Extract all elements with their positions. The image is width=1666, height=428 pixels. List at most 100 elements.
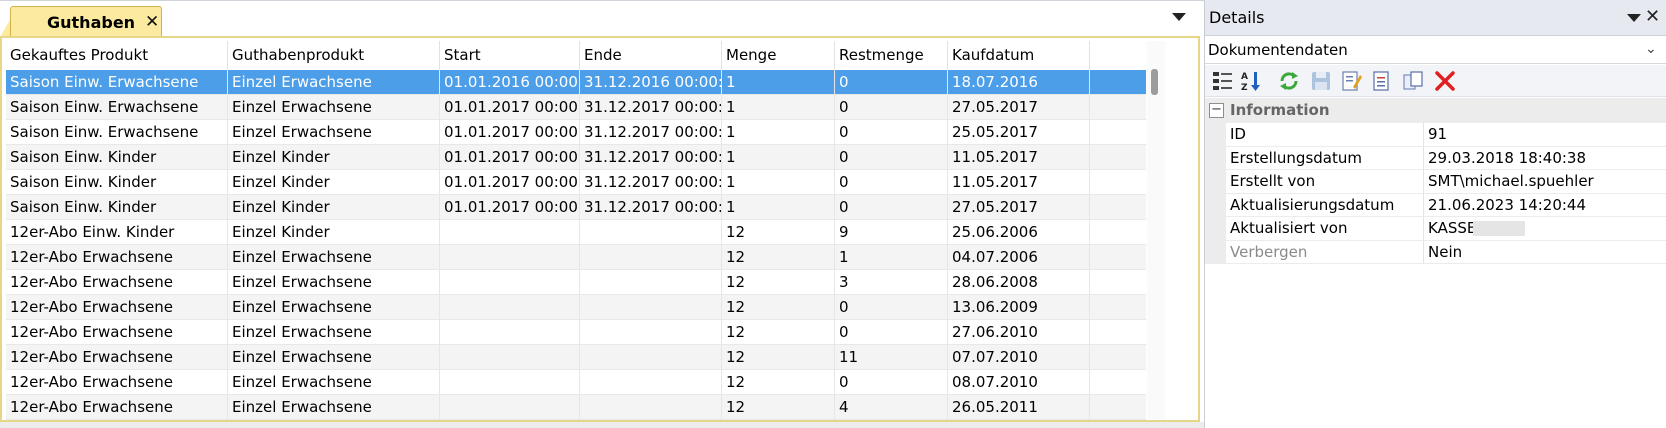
table-cell: Einzel Erwachsene	[228, 120, 440, 144]
table-cell: 12er-Abo Einw. Kinder	[6, 220, 228, 244]
table-row[interactable]: Saison Einw. Erwachsene Einzel Erwachsene…	[6, 70, 1146, 95]
tab-close-icon[interactable]: ✕	[145, 12, 159, 32]
table-cell: 31.12.2017 00:00:00	[580, 170, 722, 194]
table-row[interactable]: Saison Einw. Kinder Einzel Kinder 01.01.20…	[6, 195, 1146, 220]
table-cell: 01.01.2017 00:00:00	[440, 120, 580, 144]
table-cell: 0	[835, 320, 948, 344]
property-category-information: − Information	[1205, 98, 1666, 123]
table-cell: 12	[722, 245, 835, 269]
tab-list-dropdown-icon[interactable]	[1172, 13, 1186, 21]
table-cell: 12er-Abo Erwachsene	[6, 345, 228, 369]
table-cell: 01.01.2017 00:00:00	[440, 95, 580, 119]
property-row-erstellungsdatum[interactable]: Erstellungsdatum 29.03.2018 18:40:38	[1205, 146, 1666, 170]
table-row[interactable]: 12er-Abo Erwachsene Einzel Erwachsene 12 4 2…	[6, 395, 1146, 420]
column-header-guthabenprodukt[interactable]: Guthabenprodukt	[228, 41, 440, 70]
table-cell: 12er-Abo Erwachsene	[6, 395, 228, 419]
property-value: 21.06.2023 14:20:44	[1428, 195, 1587, 214]
delete-icon[interactable]	[1433, 69, 1457, 93]
property-name: Verbergen	[1226, 240, 1424, 263]
column-header-kaufdatum[interactable]: Kaufdatum	[948, 41, 1090, 70]
table-cell	[580, 270, 722, 294]
table-cell: 04.07.2006	[948, 245, 1090, 269]
column-header-restmenge[interactable]: Restmenge	[835, 41, 948, 70]
categorized-view-icon[interactable]	[1211, 69, 1235, 93]
table-cell: 0	[835, 195, 948, 219]
table-cell: Saison Einw. Erwachsene	[6, 120, 228, 144]
table-cell: 1	[722, 195, 835, 219]
refresh-icon[interactable]	[1277, 69, 1301, 93]
table-cell: Einzel Erwachsene	[228, 345, 440, 369]
document-tabstrip: Guthaben ✕	[0, 0, 1204, 38]
table-cell: 0	[835, 95, 948, 119]
table-cell: 1	[722, 95, 835, 119]
table-row[interactable]: 12er-Abo Erwachsene Einzel Erwachsene 12 0 2…	[6, 320, 1146, 345]
table-cell: 11.05.2017	[948, 170, 1090, 194]
table-row[interactable]: Saison Einw. Kinder Einzel Kinder 01.01.20…	[6, 145, 1146, 170]
table-cell	[440, 220, 580, 244]
grid-vertical-scrollbar[interactable]	[1147, 41, 1165, 419]
table-cell: 25.06.2006	[948, 220, 1090, 244]
property-row-aktualisierungsdatum[interactable]: Aktualisierungsdatum 21.06.2023 14:20:44	[1205, 193, 1666, 217]
copy-icon[interactable]	[1401, 69, 1425, 93]
scrollbar-thumb[interactable]	[1151, 69, 1158, 95]
table-row[interactable]: Saison Einw. Erwachsene Einzel Erwachsene…	[6, 95, 1146, 120]
table-cell: 11.05.2017	[948, 145, 1090, 169]
property-row-verbergen[interactable]: Verbergen Nein	[1205, 240, 1666, 264]
new-document-icon[interactable]	[1369, 69, 1393, 93]
collapse-category-icon[interactable]: −	[1209, 103, 1224, 118]
table-cell: 1	[722, 145, 835, 169]
edit-icon[interactable]	[1339, 69, 1363, 93]
table-row[interactable]: Saison Einw. Kinder Einzel Kinder 01.01.20…	[6, 170, 1146, 195]
property-row-erstellt-von[interactable]: Erstellt von SMT\michael.spuehler	[1205, 170, 1666, 194]
table-cell: 01.01.2017 00:00:00	[440, 195, 580, 219]
table-cell: Einzel Erwachsene	[228, 395, 440, 419]
table-cell: 01.01.2017 00:00:00	[440, 145, 580, 169]
column-header-gekauftes-produkt[interactable]: Gekauftes Produkt	[6, 41, 228, 70]
table-cell: Saison Einw. Erwachsene	[6, 95, 228, 119]
table-cell: Einzel Kinder	[228, 195, 440, 219]
details-options-dropdown-icon[interactable]	[1627, 14, 1641, 22]
svg-text:Z: Z	[1241, 83, 1248, 93]
table-cell: 12	[722, 220, 835, 244]
table-cell: Einzel Kinder	[228, 145, 440, 169]
column-header-menge[interactable]: Menge	[722, 41, 835, 70]
column-header-start[interactable]: Start	[440, 41, 580, 70]
table-cell: 12er-Abo Erwachsene	[6, 270, 228, 294]
details-object-select[interactable]: Dokumentendaten ⌄	[1205, 38, 1666, 64]
table-row[interactable]: 12er-Abo Erwachsene Einzel Erwachsene 12 0 0…	[6, 370, 1146, 395]
property-grid: − Information ID 91 Erstellungsdatum 29.…	[1205, 98, 1666, 264]
table-row[interactable]: 12er-Abo Erwachsene Einzel Erwachsene 12 1 0…	[6, 245, 1146, 270]
table-cell: 0	[835, 120, 948, 144]
table-row[interactable]: 12er-Abo Erwachsene Einzel Erwachsene 12 0 1…	[6, 295, 1146, 320]
category-label: Information	[1230, 101, 1330, 119]
details-close-icon[interactable]: ✕	[1645, 6, 1660, 27]
table-cell: 0	[835, 295, 948, 319]
table-cell: 0	[835, 370, 948, 394]
sort-alphabetical-icon[interactable]: A Z	[1239, 69, 1263, 93]
guthaben-grid: Gekauftes Produkt Guthabenprodukt Start …	[6, 41, 1146, 420]
table-cell: 12	[722, 270, 835, 294]
column-header-ende[interactable]: Ende	[580, 41, 722, 70]
table-cell: Saison Einw. Kinder	[6, 195, 228, 219]
save-icon[interactable]	[1309, 69, 1333, 93]
tab-guthaben[interactable]: Guthaben ✕	[10, 6, 162, 38]
details-object-select-value: Dokumentendaten	[1208, 41, 1348, 59]
table-row[interactable]: Saison Einw. Erwachsene Einzel Erwachsene…	[6, 120, 1146, 145]
property-row-id[interactable]: ID 91	[1205, 123, 1666, 147]
table-cell: 4	[835, 395, 948, 419]
table-cell: 27.05.2017	[948, 195, 1090, 219]
grid-header: Gekauftes Produkt Guthabenprodukt Start …	[6, 41, 1146, 70]
table-cell: 01.01.2017 00:00:00	[440, 170, 580, 194]
table-cell: 31.12.2017 00:00:00	[580, 145, 722, 169]
table-cell	[440, 245, 580, 269]
property-row-aktualisiert-von[interactable]: Aktualisiert von KASSE	[1205, 217, 1666, 241]
table-cell: 13.06.2009	[948, 295, 1090, 319]
table-cell: 9	[835, 220, 948, 244]
table-cell: Einzel Erwachsene	[228, 95, 440, 119]
table-row[interactable]: 12er-Abo Erwachsene Einzel Erwachsene 12 3 2…	[6, 270, 1146, 295]
bottom-strip	[0, 422, 1204, 428]
property-gutter	[1205, 240, 1226, 263]
table-row[interactable]: 12er-Abo Erwachsene Einzel Erwachsene 12 11…	[6, 345, 1146, 370]
table-cell: 3	[835, 270, 948, 294]
table-row[interactable]: 12er-Abo Einw. Kinder Einzel Kinder 12 9 25.…	[6, 220, 1146, 245]
